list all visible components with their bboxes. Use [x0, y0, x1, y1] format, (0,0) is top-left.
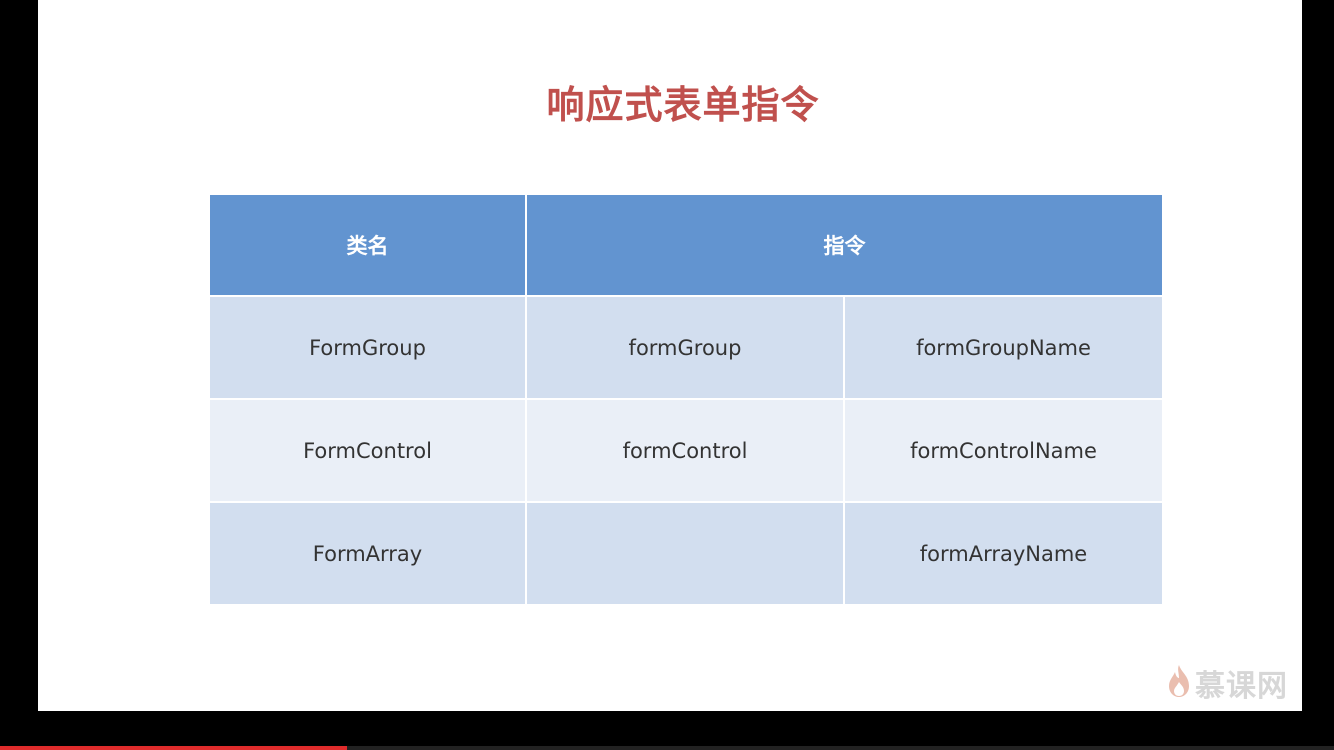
- video-progress-bar[interactable]: [0, 746, 1334, 750]
- table-header-row: 类名 指令: [208, 193, 1164, 297]
- watermark-logo: 慕课网: [1167, 661, 1288, 705]
- slide: 响应式表单指令 类名 指令 FormGroup formGroup formGr…: [38, 0, 1302, 711]
- cell-directive: formGroup: [525, 295, 845, 400]
- cell-name-directive: formArrayName: [843, 501, 1164, 606]
- cell-class-name: FormControl: [208, 398, 527, 503]
- slide-title: 响应式表单指令: [546, 83, 820, 127]
- header-class-name: 类名: [208, 193, 527, 297]
- video-progress-fill: [0, 746, 347, 750]
- cell-directive: [525, 501, 845, 606]
- header-directive: 指令: [525, 193, 1164, 297]
- table-row: FormArray formArrayName: [208, 501, 1164, 606]
- video-frame: 响应式表单指令 类名 指令 FormGroup formGroup formGr…: [0, 0, 1334, 750]
- cell-directive: formControl: [525, 398, 845, 503]
- directive-table: 类名 指令 FormGroup formGroup formGroupName …: [208, 193, 1164, 606]
- cell-name-directive: formGroupName: [843, 295, 1164, 400]
- flame-icon: [1167, 664, 1191, 702]
- watermark-text: 慕课网: [1195, 669, 1288, 704]
- table-row: FormGroup formGroup formGroupName: [208, 295, 1164, 400]
- cell-name-directive: formControlName: [843, 398, 1164, 503]
- cell-class-name: FormGroup: [208, 295, 527, 400]
- cell-class-name: FormArray: [208, 501, 527, 606]
- table-row: FormControl formControl formControlName: [208, 398, 1164, 503]
